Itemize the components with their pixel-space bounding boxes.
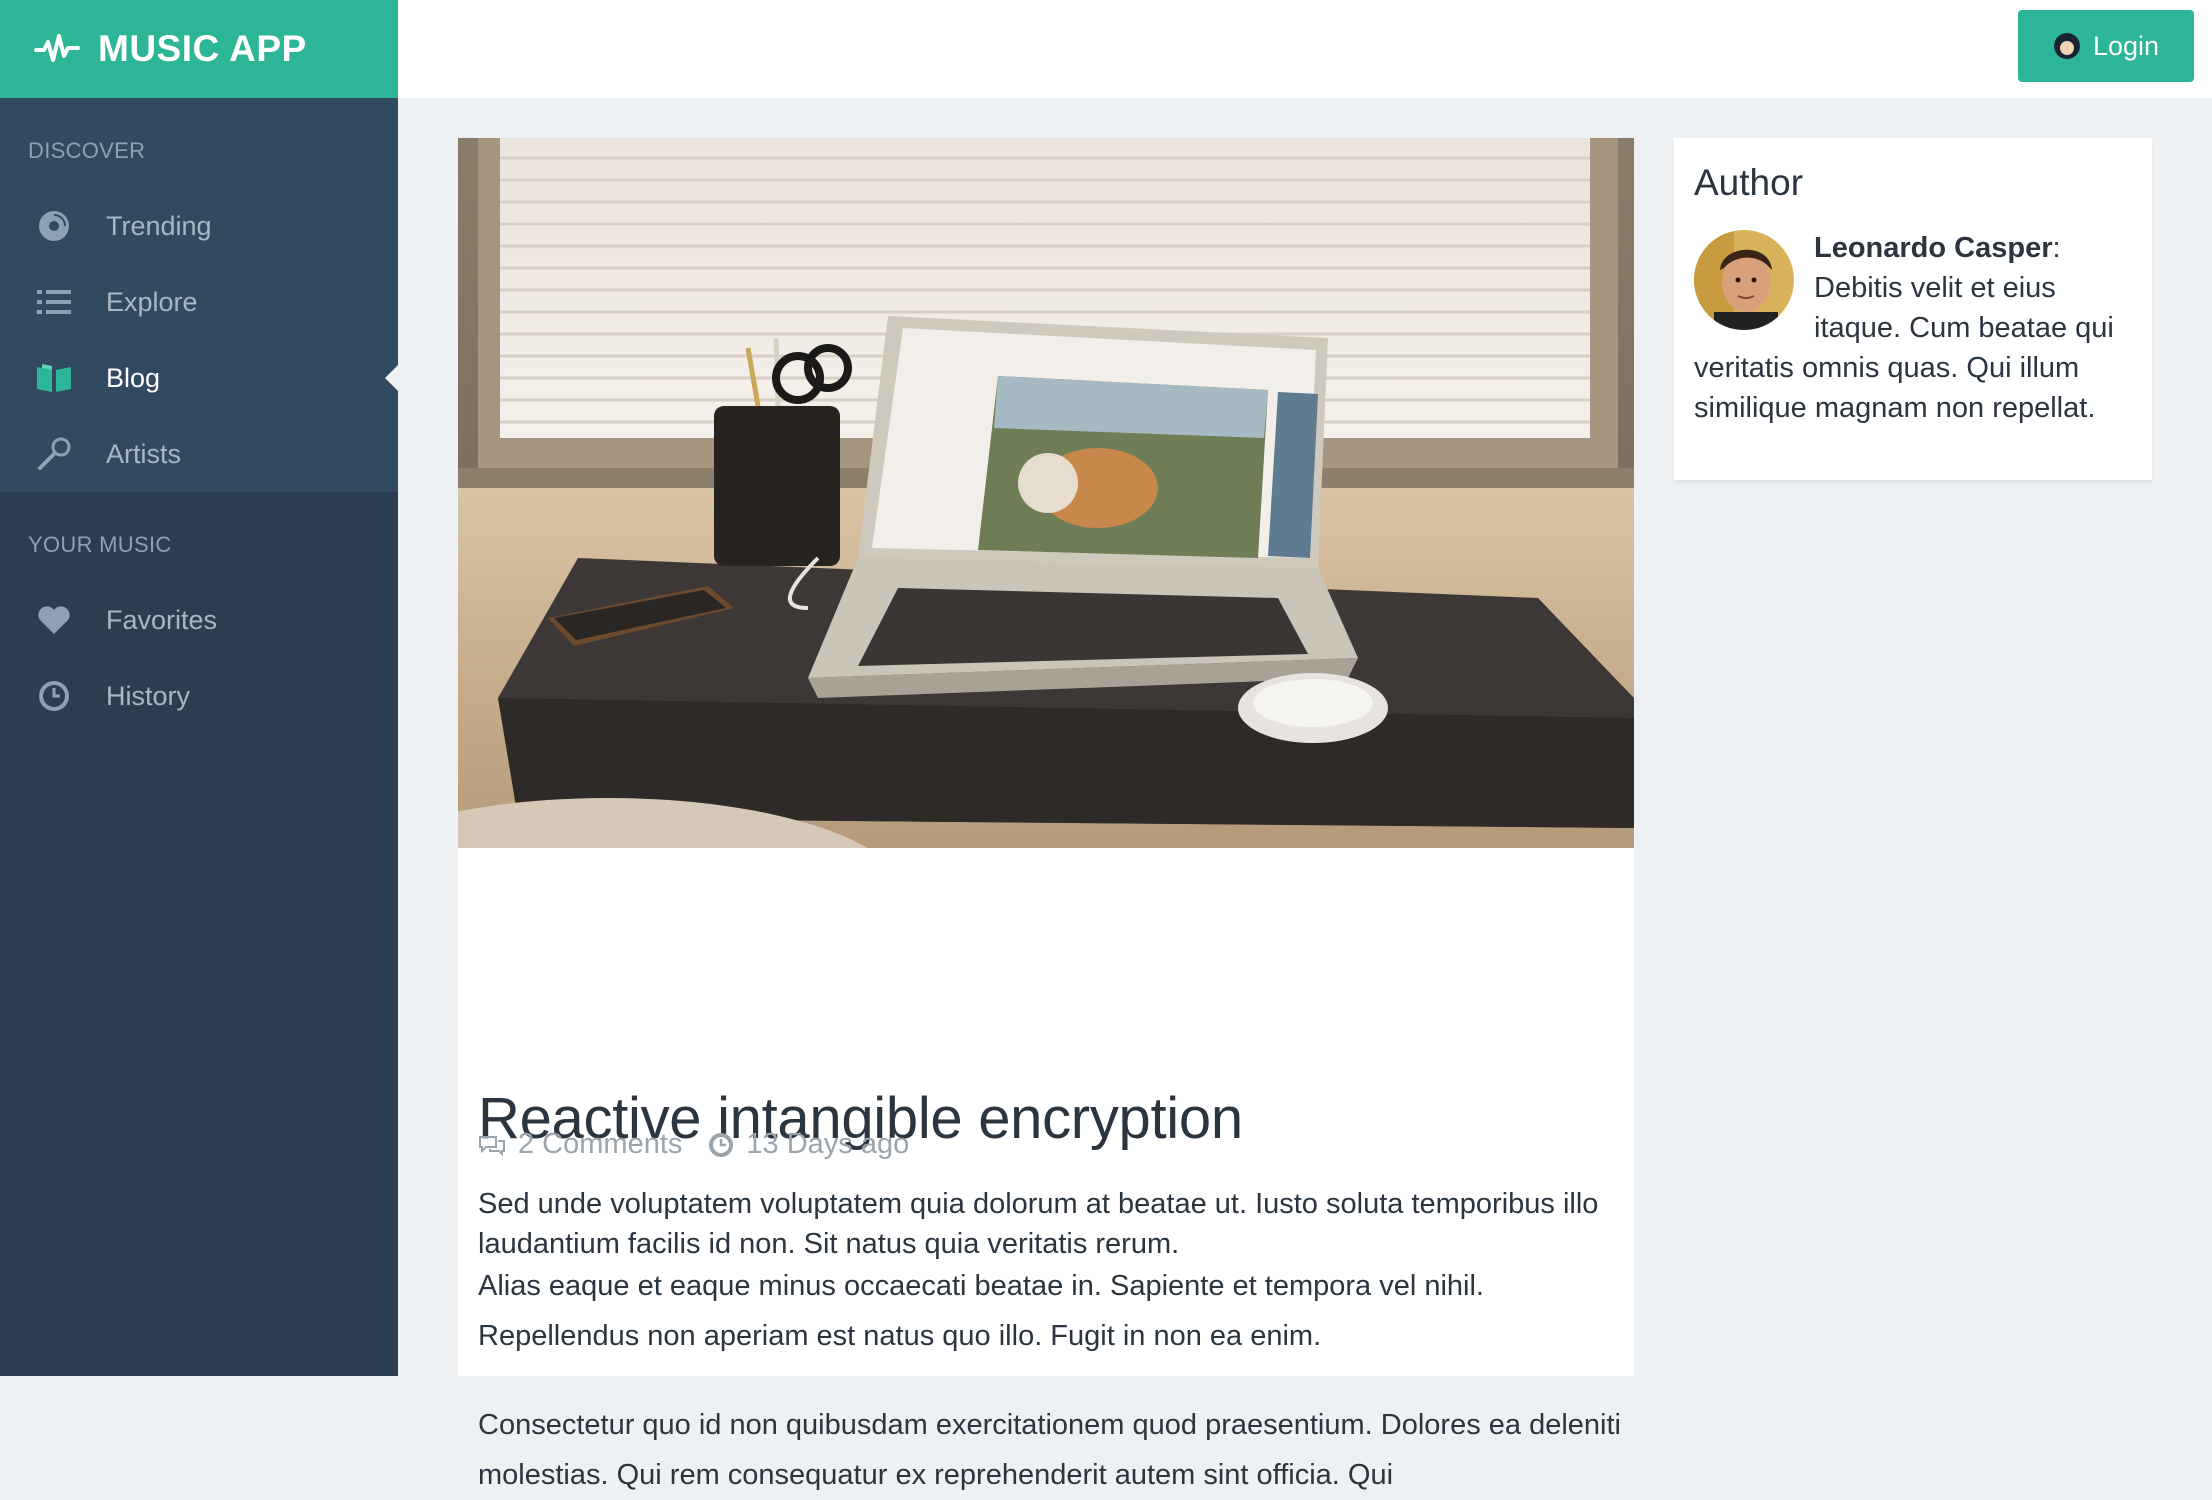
author-bio: Leonardo Casper: Debitis velit et eius i… [1694, 228, 2134, 428]
article-paragraph-1-line-3: Repellendus non aperiam est natus quo il… [478, 1320, 1322, 1352]
sidebar-item-label: Blog [106, 362, 161, 393]
clock-icon [36, 678, 72, 714]
microphone-icon [36, 436, 72, 472]
sidebar-item-label: Favorites [106, 604, 218, 635]
app-title: MUSIC APP [98, 28, 307, 69]
posted-date: 13 Days ago [708, 1128, 909, 1161]
heart-icon [36, 602, 72, 638]
avatar-spacer [1694, 228, 1814, 328]
discover-section: DISCOVER Trending Explore Blog Artists [0, 98, 398, 492]
article-meta: 2 Comments 13 Days ago [478, 1128, 935, 1161]
posted-date-text: 13 Days ago [746, 1128, 910, 1160]
list-icon [36, 284, 72, 320]
sidebar-item-blog[interactable]: Blog [0, 342, 398, 414]
sidebar-item-label: Explore [106, 286, 198, 317]
waveform-icon [34, 25, 82, 73]
brand-header[interactable]: MUSIC APP [0, 0, 398, 98]
author-name-colon: : [2052, 232, 2061, 264]
sidebar-item-trending[interactable]: Trending [0, 190, 398, 262]
comments-count: 2 Comments [518, 1128, 683, 1160]
comments-icon [479, 1135, 505, 1156]
login-button[interactable]: Login [2018, 10, 2194, 82]
comments-link[interactable]: 2 Comments [478, 1128, 682, 1161]
section-label-your-music: YOUR MUSIC [28, 532, 172, 557]
article-paragraph-1-line-2: Alias eaque et eaque minus occaecati bea… [478, 1270, 1484, 1302]
top-bar: Login [398, 0, 2212, 98]
blog-article: Reactive intangible encryption 2 Comment… [458, 138, 1634, 1491]
article-paragraph-2: Consectetur quo id non quibusdam exercit… [478, 1409, 1621, 1491]
active-indicator [385, 365, 398, 391]
section-label-discover: DISCOVER [28, 138, 146, 163]
disc-icon [36, 208, 72, 244]
sidebar-item-explore[interactable]: Explore [0, 266, 398, 338]
login-label: Login [2092, 30, 2160, 61]
article-paragraph-1-line-1: Sed unde voluptatem voluptatem quia dolo… [478, 1188, 1599, 1260]
clock-icon [709, 1132, 734, 1157]
sidebar-item-favorites[interactable]: Favorites [0, 584, 398, 656]
sidebar-item-history[interactable]: History [0, 660, 398, 732]
sidebar-item-label: Artists [106, 438, 182, 469]
user-icon [2053, 32, 2081, 60]
sidebar-item-label: History [106, 680, 191, 711]
sidebar-item-artists[interactable]: Artists [0, 418, 398, 490]
hero-image [458, 138, 1634, 848]
sidebar-item-label: Trending [106, 210, 212, 241]
book-icon [36, 360, 72, 396]
sidebar: DISCOVER Trending Explore Blog Artists Y… [0, 98, 398, 1376]
author-heading: Author [1694, 162, 1804, 203]
author-card: Author Leonardo Casper: Debitis velit et… [1674, 138, 2152, 480]
author-name[interactable]: Leonardo Casper [1814, 232, 2053, 264]
